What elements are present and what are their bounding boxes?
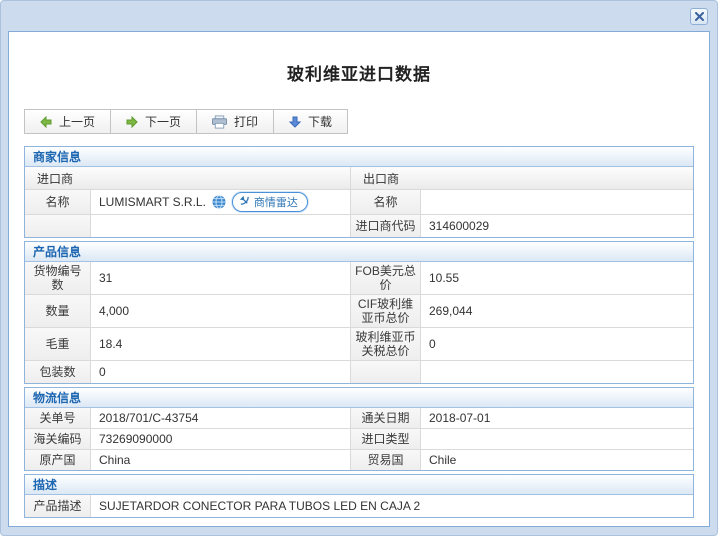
next-page-label: 下一页 xyxy=(145,115,182,129)
print-button[interactable]: 打印 xyxy=(196,109,275,134)
fob-usd-label: FOB美元总价 xyxy=(351,262,421,294)
origin-country-value: China xyxy=(91,450,351,470)
clearance-date-label: 通关日期 xyxy=(351,408,421,428)
import-type-value xyxy=(421,429,693,449)
dialog-content-panel: 玻利维亚进口数据 上一页 下一页 打印 下载 商家信息 进口商 出口商 名称 L… xyxy=(8,31,710,527)
importer-group-header: 进口商 xyxy=(25,167,351,189)
gross-weight-label: 毛重 xyxy=(25,328,91,360)
page-title: 玻利维亚进口数据 xyxy=(287,65,431,84)
product-description-value: SUJETARDOR CONECTOR PARA TUBOS LED EN CA… xyxy=(91,495,693,517)
product-description-label: 产品描述 xyxy=(25,495,91,517)
prev-page-label: 上一页 xyxy=(59,115,96,129)
section-merchant: 商家信息 进口商 出口商 名称 LUMISMART S.R.L. 商情雷达 名称… xyxy=(24,146,694,238)
table-row: 海关编码 73269090000 进口类型 xyxy=(25,428,693,449)
trade-country-value: Chile xyxy=(421,450,693,470)
gross-weight-value: 18.4 xyxy=(91,328,351,360)
dialog-window: 玻利维亚进口数据 上一页 下一页 打印 下载 商家信息 进口商 出口商 名称 L… xyxy=(0,0,718,536)
goods-count-value: 31 xyxy=(91,262,351,294)
merchant-group-header-row: 进口商 出口商 xyxy=(25,167,693,189)
download-label: 下载 xyxy=(308,115,333,129)
cif-total-label: CIF玻利维亚币总价 xyxy=(351,295,421,327)
empty-label xyxy=(351,361,421,383)
globe-icon[interactable] xyxy=(212,195,226,209)
quantity-value: 4,000 xyxy=(91,295,351,327)
data-sections: 商家信息 进口商 出口商 名称 LUMISMART S.R.L. 商情雷达 名称… xyxy=(24,146,694,518)
importer-code-value: 314600029 xyxy=(421,215,693,237)
empty-value xyxy=(421,361,693,383)
table-row: 包装数 0 xyxy=(25,360,693,383)
tariff-total-value: 0 xyxy=(421,328,693,360)
table-row: 进口商代码 314600029 xyxy=(25,214,693,237)
table-row: 原产国 China 贸易国 Chile xyxy=(25,449,693,470)
business-radar-link[interactable]: 商情雷达 xyxy=(231,192,308,212)
prev-page-button[interactable]: 上一页 xyxy=(24,109,112,134)
section-description-title: 描述 xyxy=(25,475,693,495)
quantity-label: 数量 xyxy=(25,295,91,327)
hs-code-label: 海关编码 xyxy=(25,429,91,449)
section-product: 产品信息 货物编号数 31 FOB美元总价 10.55 数量 4,000 CIF… xyxy=(24,241,694,384)
section-description: 描述 产品描述 SUJETARDOR CONECTOR PARA TUBOS L… xyxy=(24,474,694,518)
package-count-label: 包装数 xyxy=(25,361,91,383)
section-logistics-title: 物流信息 xyxy=(25,388,693,408)
section-product-title: 产品信息 xyxy=(25,242,693,262)
cif-total-value: 269,044 xyxy=(421,295,693,327)
printer-icon xyxy=(212,114,228,129)
exporter-name-label: 名称 xyxy=(351,190,421,214)
package-count-value: 0 xyxy=(91,361,351,383)
table-row: 货物编号数 31 FOB美元总价 10.55 xyxy=(25,262,693,294)
arrow-left-icon xyxy=(40,115,52,128)
table-row: 关单号 2018/701/C-43754 通关日期 2018-07-01 xyxy=(25,408,693,428)
hs-code-value: 73269090000 xyxy=(91,429,351,449)
exporter-group-header: 出口商 xyxy=(351,167,693,189)
arrow-down-icon xyxy=(289,116,302,128)
arrow-right-icon xyxy=(126,115,138,128)
import-type-label: 进口类型 xyxy=(351,429,421,449)
importer-name-value: LUMISMART S.R.L. xyxy=(99,195,206,209)
exporter-name-value xyxy=(421,190,693,214)
origin-country-label: 原产国 xyxy=(25,450,91,470)
goods-count-label: 货物编号数 xyxy=(25,262,91,294)
table-row: 名称 LUMISMART S.R.L. 商情雷达 名称 xyxy=(25,189,693,214)
importer-name-label: 名称 xyxy=(25,190,91,214)
fob-usd-value: 10.55 xyxy=(421,262,693,294)
table-row: 毛重 18.4 玻利维亚币关税总价 0 xyxy=(25,327,693,360)
table-row: 产品描述 SUJETARDOR CONECTOR PARA TUBOS LED … xyxy=(25,495,693,517)
close-icon xyxy=(694,10,704,24)
toolbar: 上一页 下一页 打印 下载 xyxy=(24,109,709,134)
clearance-date-value: 2018-07-01 xyxy=(421,408,693,428)
close-button[interactable] xyxy=(690,8,708,25)
empty-value xyxy=(91,215,351,237)
importer-name-cell: LUMISMART S.R.L. 商情雷达 xyxy=(91,190,351,214)
section-merchant-title: 商家信息 xyxy=(25,147,693,167)
download-button[interactable]: 下载 xyxy=(273,109,349,134)
next-page-button[interactable]: 下一页 xyxy=(110,109,198,134)
customs-no-value: 2018/701/C-43754 xyxy=(91,408,351,428)
radar-label: 商情雷达 xyxy=(253,197,298,209)
print-label: 打印 xyxy=(234,115,259,129)
table-row: 数量 4,000 CIF玻利维亚币总价 269,044 xyxy=(25,294,693,327)
tariff-total-label: 玻利维亚币关税总价 xyxy=(351,328,421,360)
radar-icon xyxy=(239,195,250,209)
dialog-titlebar xyxy=(1,1,717,31)
trade-country-label: 贸易国 xyxy=(351,450,421,470)
section-logistics: 物流信息 关单号 2018/701/C-43754 通关日期 2018-07-0… xyxy=(24,387,694,471)
importer-code-label: 进口商代码 xyxy=(351,215,421,237)
empty-label xyxy=(25,215,91,237)
customs-no-label: 关单号 xyxy=(25,408,91,428)
